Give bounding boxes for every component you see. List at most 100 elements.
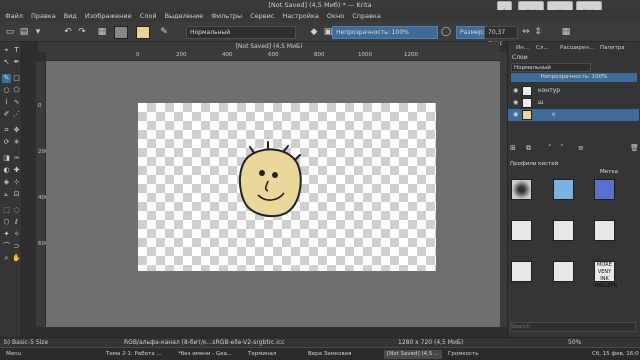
fill-tool-icon[interactable]: ◈ <box>2 178 11 187</box>
bezier-select-icon[interactable]: ⌒ <box>2 242 11 251</box>
freehand-path-icon[interactable]: ✐ <box>2 110 11 119</box>
measure-tool-icon[interactable]: ⟀ <box>2 190 11 199</box>
layer-properties-icon[interactable]: ≡ <box>578 144 584 152</box>
docker-tab-tool-options[interactable]: Ин... <box>516 44 529 53</box>
open-document-icon[interactable]: ▤ <box>18 26 30 38</box>
menu-file[interactable]: Файл <box>5 12 23 20</box>
workspace-icon[interactable]: ▦ <box>560 26 572 38</box>
brush-tag-select[interactable]: Метка <box>600 169 618 175</box>
document-tab[interactable]: [Not Saved] (4,5 МиБ) <box>38 42 500 52</box>
layer-blend-select[interactable]: Нормальный <box>511 63 591 72</box>
layer-opacity-slider[interactable]: Непрозрачность: 100% <box>511 73 637 82</box>
brush-preset-fineliner[interactable] <box>511 261 532 282</box>
color-picker-icon[interactable]: ✑ <box>12 154 21 163</box>
docker-tab-advanced-color[interactable]: Расширен... <box>560 44 594 53</box>
opacity-slider[interactable]: Непрозрачность: 100% <box>332 26 438 39</box>
text-tool-icon[interactable]: T <box>12 46 21 55</box>
add-layer-icon[interactable]: ⊞ <box>510 144 516 152</box>
taskbar-item[interactable]: Терминал <box>248 350 276 359</box>
mirror-vertical-icon[interactable]: ⇕ <box>532 26 544 38</box>
foreground-color-swatch[interactable] <box>136 26 150 39</box>
brush-preset-pen[interactable] <box>511 220 532 241</box>
brush-search-input[interactable] <box>510 322 636 332</box>
bezier-tool-icon[interactable]: ∿ <box>12 98 21 107</box>
undo-icon[interactable]: ↶ <box>62 26 74 38</box>
start-menu-button[interactable]: Menu <box>6 350 21 359</box>
delete-layer-icon[interactable]: 🗑 <box>630 144 639 152</box>
dynamic-brush-icon[interactable]: ⋰ <box>12 110 21 119</box>
menu-settings[interactable]: Настройка <box>282 12 318 20</box>
status-brush[interactable]: b) Basic-5 Size <box>4 339 48 346</box>
edit-shapes-icon[interactable]: ↖ <box>2 58 11 67</box>
multibrush-icon[interactable]: ✳ <box>12 138 21 147</box>
freehand-brush-icon[interactable]: ✎ <box>2 74 11 83</box>
menu-edit[interactable]: Правка <box>31 12 56 20</box>
eye-icon[interactable]: ◉ <box>513 85 518 97</box>
select-shapes-icon[interactable]: ⌖ <box>2 46 11 55</box>
taskbar-item[interactable]: Вера Замковая <box>308 350 351 359</box>
freehand-select-icon[interactable]: ℓ <box>12 218 21 227</box>
taskbar-item[interactable]: Тема 2-1: Работа ... <box>106 350 162 359</box>
menu-window[interactable]: Окно <box>327 12 344 20</box>
polygon-tool-icon[interactable]: ⬠ <box>12 86 21 95</box>
assistant-tool-icon[interactable]: ⊹ <box>12 178 21 187</box>
eye-icon[interactable]: ◉ <box>513 97 518 109</box>
pattern-swatch[interactable] <box>114 26 128 39</box>
menu-layer[interactable]: Слой <box>140 12 157 20</box>
crop-tool-icon[interactable]: ⌗ <box>2 126 11 135</box>
brush-preset-ink-selected[interactable] <box>553 179 574 200</box>
taskbar-item[interactable]: Громкость <box>448 350 479 359</box>
menu-help[interactable]: Справка <box>352 12 381 20</box>
ellipse-select-icon[interactable]: ◌ <box>12 206 21 215</box>
size-slider[interactable]: 70,37 пикс <box>484 26 518 47</box>
duplicate-layer-icon[interactable]: ⧉ <box>526 144 531 153</box>
layer-row[interactable]: ◉ ш <box>508 97 639 109</box>
gradient-icon[interactable]: ▦ <box>96 26 108 38</box>
opacity-reset-icon[interactable]: ◯ <box>440 26 452 38</box>
blend-mode-select[interactable]: Нормальный <box>186 26 296 39</box>
brush-preset-airbrush[interactable] <box>511 179 532 200</box>
layer-row-selected[interactable]: ◉ к <box>508 109 639 121</box>
similar-select-icon[interactable]: ✧ <box>12 230 21 239</box>
brush-preset-ballpen[interactable]: MORE VENY INK BALLPEN <box>594 261 617 289</box>
colorize-mask-icon[interactable]: ◐ <box>2 166 11 175</box>
brush-preset-watercolor[interactable] <box>594 179 615 200</box>
rectangle-tool-icon[interactable]: □ <box>12 74 21 83</box>
menu-tools[interactable]: Сервис <box>250 12 274 20</box>
reference-tool-icon[interactable]: ⊡ <box>12 190 21 199</box>
smart-patch-icon[interactable]: ✚ <box>12 166 21 175</box>
new-document-icon[interactable]: ▭ <box>4 26 16 38</box>
brush-preset-marker[interactable] <box>594 220 615 241</box>
transform-tool-icon[interactable]: ⟳ <box>2 138 11 147</box>
contiguous-select-icon[interactable]: ✦ <box>2 230 11 239</box>
eye-icon[interactable]: ◉ <box>513 109 518 121</box>
eraser-icon[interactable]: ◆ <box>308 26 320 38</box>
move-tool-icon[interactable]: ✥ <box>12 126 21 135</box>
menu-view[interactable]: Вид <box>64 12 77 20</box>
taskbar-item-active[interactable]: [Not Saved] (4,5 ... <box>384 350 443 359</box>
layer-row[interactable]: ◉ контур <box>508 85 639 97</box>
brush-preset-pencil[interactable] <box>553 220 574 241</box>
brush-preset-eraser[interactable] <box>553 261 574 282</box>
calligraphy-icon[interactable]: ✒ <box>12 58 21 67</box>
save-icon[interactable]: ▾ <box>32 26 44 38</box>
drawing-canvas[interactable] <box>138 103 436 271</box>
brush-preset-icon[interactable]: ✎ <box>158 26 170 38</box>
polygon-select-icon[interactable]: ⬡ <box>2 218 11 227</box>
menu-filters[interactable]: Фильтры <box>211 12 242 20</box>
docker-tab-layers[interactable]: Сл... <box>536 44 549 53</box>
polyline-tool-icon[interactable]: ⌇ <box>2 98 11 107</box>
vertical-scrollbar[interactable] <box>500 52 507 327</box>
menu-select[interactable]: Выделение <box>165 12 204 20</box>
move-layer-down-icon[interactable]: ˅ <box>560 144 564 152</box>
menu-image[interactable]: Изображение <box>85 12 132 20</box>
pan-tool-icon[interactable]: ✋ <box>12 254 21 263</box>
gradient-tool-icon[interactable]: ◨ <box>2 154 11 163</box>
zoom-tool-icon[interactable]: ⌕ <box>2 254 11 263</box>
ellipse-tool-icon[interactable]: ○ <box>2 86 11 95</box>
magnetic-select-icon[interactable]: ⊃ <box>12 242 21 251</box>
rect-select-icon[interactable]: ⬚ <box>2 206 11 215</box>
docker-tab-palette[interactable]: Палитра <box>600 44 625 53</box>
taskbar-item[interactable]: *без имени - Gea... <box>178 350 232 359</box>
redo-icon[interactable]: ↷ <box>76 26 88 38</box>
